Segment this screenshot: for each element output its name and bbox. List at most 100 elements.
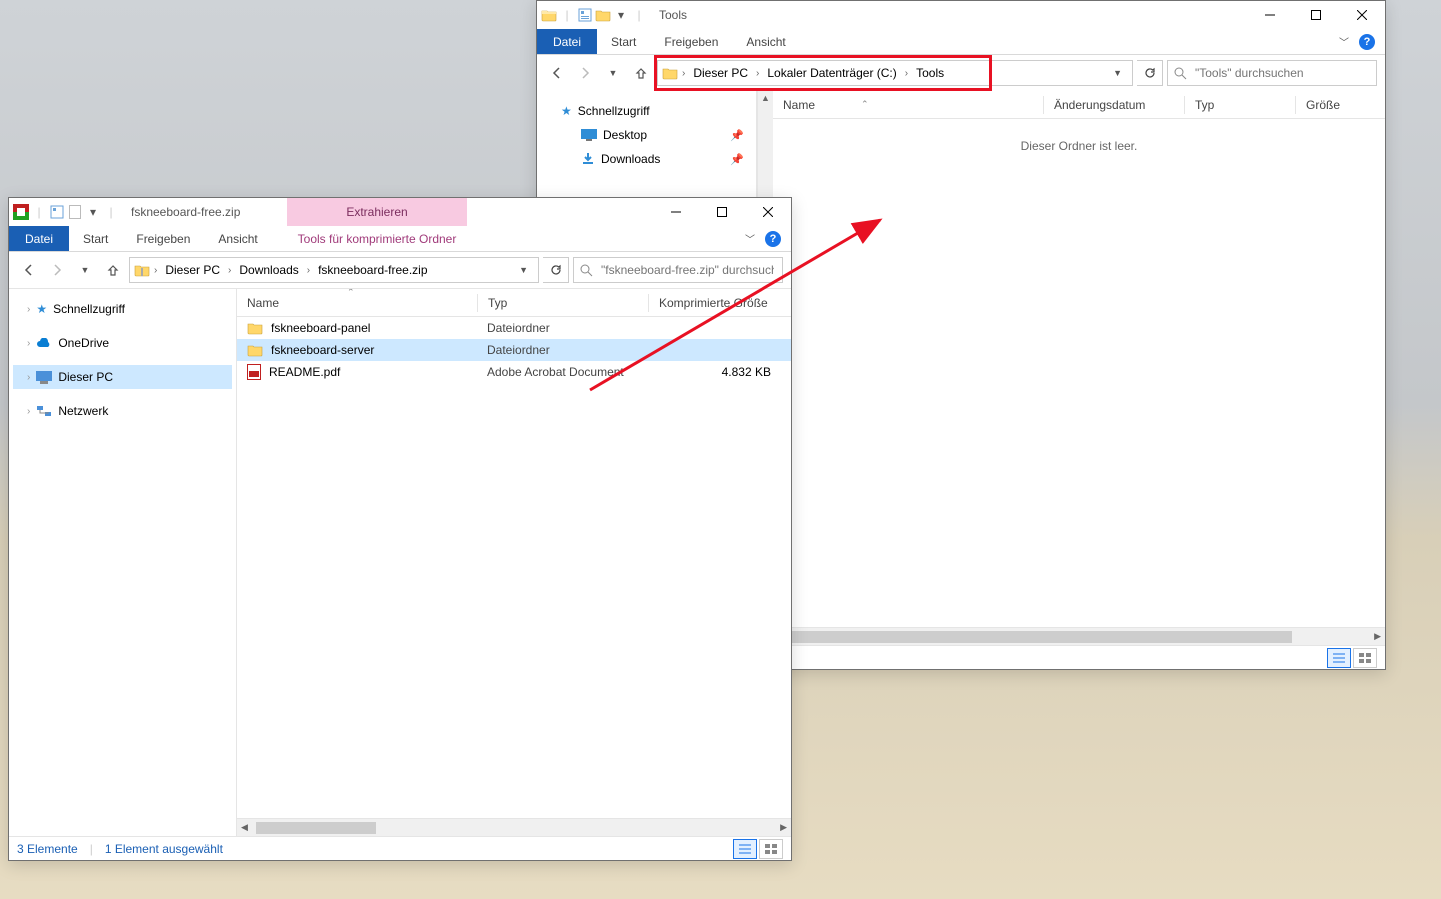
context-tab-header[interactable]: Extrahieren bbox=[287, 198, 467, 226]
search-box[interactable] bbox=[573, 257, 783, 283]
address-bar[interactable]: › Dieser PC › Downloads › fskneeboard-fr… bbox=[129, 257, 539, 283]
refresh-button[interactable] bbox=[1137, 60, 1163, 86]
nav-item-desktop[interactable]: Desktop 📌 bbox=[541, 123, 752, 147]
ribbon-tab-view[interactable]: Ansicht bbox=[204, 226, 271, 251]
column-name[interactable]: Name bbox=[237, 296, 477, 310]
nav-network[interactable]: › Netzwerk bbox=[13, 399, 232, 423]
horizontal-scrollbar[interactable]: ◀▶ bbox=[237, 818, 791, 836]
ribbon-tab-share[interactable]: Freigeben bbox=[122, 226, 204, 251]
chevron-right-icon[interactable]: › bbox=[226, 265, 233, 276]
column-compressed-size[interactable]: Komprimierte Größe bbox=[649, 296, 791, 310]
file-list[interactable]: fskneeboard-panel Dateiordner fskneeboar… bbox=[237, 317, 791, 818]
nav-forward-button[interactable] bbox=[45, 258, 69, 282]
minimize-button[interactable] bbox=[1247, 1, 1293, 29]
network-icon bbox=[36, 405, 52, 417]
ribbon-tab-view[interactable]: Ansicht bbox=[732, 29, 799, 54]
maximize-button[interactable] bbox=[1293, 1, 1339, 29]
chevron-right-icon[interactable]: › bbox=[27, 406, 30, 417]
column-type[interactable]: Typ bbox=[478, 296, 648, 310]
chevron-right-icon[interactable]: › bbox=[152, 265, 159, 276]
help-icon[interactable]: ? bbox=[1359, 34, 1375, 50]
minimize-button[interactable] bbox=[653, 198, 699, 226]
titlebar[interactable]: | ▾ | fskneeboard-free.zip Extrahieren bbox=[9, 198, 791, 226]
breadcrumb-item[interactable]: Dieser PC bbox=[161, 263, 224, 277]
address-bar[interactable]: › Dieser PC › Lokaler Datenträger (C:) ›… bbox=[657, 60, 1133, 86]
titlebar[interactable]: | ▾ | Tools bbox=[537, 1, 1385, 29]
folder-icon[interactable] bbox=[595, 7, 611, 23]
close-button[interactable] bbox=[745, 198, 791, 226]
pc-icon bbox=[36, 371, 52, 384]
chevron-right-icon[interactable]: › bbox=[27, 304, 30, 315]
nav-recent-dropdown[interactable]: ▼ bbox=[601, 61, 625, 85]
maximize-button[interactable] bbox=[699, 198, 745, 226]
address-dropdown-icon[interactable]: ▼ bbox=[513, 265, 534, 275]
list-item[interactable]: fskneeboard-panel Dateiordner bbox=[237, 317, 791, 339]
search-box[interactable] bbox=[1167, 60, 1377, 86]
column-size[interactable]: Größe bbox=[1296, 98, 1385, 112]
navigation-pane[interactable]: › ★ Schnellzugriff › OneDrive › Dieser P… bbox=[9, 289, 237, 836]
ribbon-expand-icon[interactable]: ﹀ bbox=[745, 231, 755, 246]
ribbon-tab-start[interactable]: Start bbox=[597, 29, 650, 54]
search-icon bbox=[580, 264, 593, 277]
nav-quick-access[interactable]: ★ Schnellzugriff bbox=[541, 99, 752, 123]
context-subtab[interactable]: Tools für komprimierte Ordner bbox=[287, 226, 467, 252]
close-button[interactable] bbox=[1339, 1, 1385, 29]
nav-recent-dropdown[interactable]: ▼ bbox=[73, 258, 97, 282]
view-details-button[interactable] bbox=[733, 839, 757, 859]
nav-quick-access[interactable]: › ★ Schnellzugriff bbox=[13, 297, 232, 321]
content-pane[interactable]: Name⌃ Änderungsdatum Typ Größe Dieser Or… bbox=[773, 91, 1385, 645]
new-file-icon[interactable] bbox=[67, 204, 83, 220]
chevron-right-icon[interactable]: › bbox=[903, 68, 910, 79]
horizontal-scrollbar[interactable]: ◀▶ bbox=[773, 627, 1385, 645]
refresh-button[interactable] bbox=[543, 257, 569, 283]
folder-icon bbox=[247, 343, 263, 357]
view-thumbnails-button[interactable] bbox=[1353, 648, 1377, 668]
nav-back-button[interactable] bbox=[17, 258, 41, 282]
nav-forward-button[interactable] bbox=[573, 61, 597, 85]
view-thumbnails-button[interactable] bbox=[759, 839, 783, 859]
ribbon-tab-file[interactable]: Datei bbox=[9, 226, 69, 251]
star-icon: ★ bbox=[561, 104, 572, 118]
chevron-right-icon[interactable]: › bbox=[680, 68, 687, 79]
ribbon-tab-start[interactable]: Start bbox=[69, 226, 122, 251]
ribbon-tabs: Datei Start Freigeben Ansicht Tools für … bbox=[9, 226, 791, 252]
breadcrumb-item[interactable]: Dieser PC bbox=[689, 66, 752, 80]
help-icon[interactable]: ? bbox=[765, 231, 781, 247]
chevron-right-icon[interactable]: › bbox=[305, 265, 312, 276]
breadcrumb-item[interactable]: Downloads bbox=[235, 263, 302, 277]
properties-icon[interactable] bbox=[577, 7, 593, 23]
column-type[interactable]: Typ bbox=[1185, 98, 1295, 112]
nav-item-downloads[interactable]: Downloads 📌 bbox=[541, 147, 752, 171]
ribbon-tab-file[interactable]: Datei bbox=[537, 29, 597, 54]
nav-this-pc[interactable]: › Dieser PC bbox=[13, 365, 232, 389]
search-input[interactable] bbox=[599, 262, 776, 278]
nav-onedrive[interactable]: › OneDrive bbox=[13, 331, 232, 355]
breadcrumb-item[interactable]: Tools bbox=[912, 66, 948, 80]
nav-up-button[interactable] bbox=[101, 258, 125, 282]
ribbon-tab-share[interactable]: Freigeben bbox=[650, 29, 732, 54]
column-name[interactable]: Name⌃ bbox=[773, 98, 1043, 112]
column-headers[interactable]: Name⌃ Änderungsdatum Typ Größe bbox=[773, 91, 1385, 119]
column-modified[interactable]: Änderungsdatum bbox=[1044, 98, 1184, 112]
column-headers[interactable]: Name Typ Komprimierte Größe ⌃ bbox=[237, 289, 791, 317]
content-pane[interactable]: Name Typ Komprimierte Größe ⌃ fskneeboar… bbox=[237, 289, 791, 836]
list-item[interactable]: fskneeboard-server Dateiordner bbox=[237, 339, 791, 361]
chevron-right-icon[interactable]: › bbox=[27, 372, 30, 383]
search-input[interactable] bbox=[1193, 65, 1370, 81]
nav-up-button[interactable] bbox=[629, 61, 653, 85]
nav-label: OneDrive bbox=[58, 336, 109, 350]
chevron-right-icon[interactable]: › bbox=[27, 338, 30, 349]
breadcrumb-item[interactable]: fskneeboard-free.zip bbox=[314, 263, 431, 277]
pin-icon[interactable]: 📌 bbox=[730, 129, 744, 142]
nav-back-button[interactable] bbox=[545, 61, 569, 85]
qat-dropdown-icon[interactable]: ▾ bbox=[613, 7, 629, 23]
breadcrumb-item[interactable]: Lokaler Datenträger (C:) bbox=[763, 66, 900, 80]
address-dropdown-icon[interactable]: ▼ bbox=[1107, 68, 1128, 78]
pin-icon[interactable]: 📌 bbox=[730, 153, 744, 166]
chevron-right-icon[interactable]: › bbox=[754, 68, 761, 79]
ribbon-expand-icon[interactable]: ﹀ bbox=[1339, 34, 1349, 49]
properties-icon[interactable] bbox=[49, 204, 65, 220]
view-details-button[interactable] bbox=[1327, 648, 1351, 668]
list-item[interactable]: README.pdf Adobe Acrobat Document 4.832 … bbox=[237, 361, 791, 383]
qat-dropdown-icon[interactable]: ▾ bbox=[85, 204, 101, 220]
